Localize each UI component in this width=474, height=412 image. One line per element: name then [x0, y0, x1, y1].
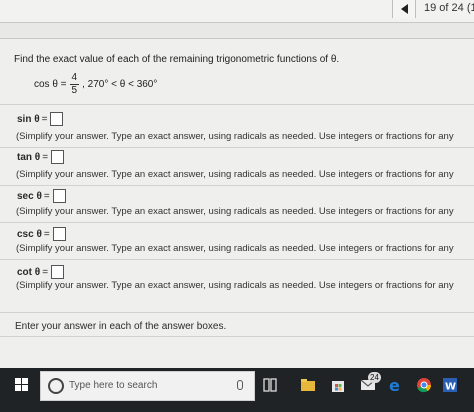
- equals-sign: =: [42, 266, 49, 278]
- question-divider: [0, 222, 474, 223]
- problem-instruction: Find the exact value of each of the rema…: [14, 54, 340, 65]
- windows-taskbar: Type here to search e W: [0, 368, 474, 412]
- cortana-circle-icon: [48, 378, 64, 394]
- function-name: cot: [17, 266, 32, 278]
- question-divider: [0, 185, 474, 186]
- equals-sign: =: [43, 228, 50, 240]
- left-arrow-icon: [401, 4, 408, 14]
- csc-hint: (Simplify your answer. Type an exact ans…: [16, 243, 454, 254]
- top-nav-bar: 19 of 24 (1: [0, 0, 474, 22]
- svg-text:W: W: [445, 382, 456, 393]
- cot-hint: (Simplify your answer. Type an exact ans…: [16, 280, 454, 291]
- footer-divider: [0, 312, 474, 313]
- equals-sign: =: [43, 190, 50, 202]
- equals-sign: =: [41, 113, 48, 125]
- theta-symbol: θ: [34, 266, 41, 278]
- tan-hint: (Simplify your answer. Type an exact ans…: [16, 169, 454, 180]
- sin-answer-box[interactable]: [50, 112, 64, 126]
- sec-label: sec θ =: [17, 188, 66, 204]
- sin-label: sin θ =: [17, 111, 64, 127]
- panel-top-border: [0, 38, 474, 39]
- tan-answer-box[interactable]: [51, 150, 65, 164]
- task-view-icon[interactable]: [262, 376, 278, 394]
- given-range: , 270° < θ < 360°: [82, 78, 158, 90]
- theta-symbol: θ: [34, 113, 40, 125]
- theta-symbol: θ: [36, 190, 42, 202]
- taskbar-search-box[interactable]: Type here to search: [40, 371, 255, 401]
- theta-symbol: θ: [36, 228, 42, 240]
- previous-question-button[interactable]: [392, 0, 416, 18]
- tan-label: tan θ =: [17, 149, 65, 165]
- fraction-denominator: 5: [71, 84, 78, 96]
- sec-hint: (Simplify your answer. Type an exact ans…: [16, 206, 454, 217]
- store-icon[interactable]: [330, 376, 346, 394]
- file-explorer-icon[interactable]: [300, 376, 316, 394]
- edge-icon[interactable]: e: [388, 376, 404, 394]
- given-lhs: cos θ =: [34, 78, 67, 90]
- svg-text:e: e: [389, 376, 400, 394]
- given-fraction: 4 5: [69, 71, 80, 97]
- microphone-icon[interactable]: [237, 380, 243, 390]
- cot-label: cot θ =: [17, 264, 65, 280]
- theta-symbol: θ: [34, 151, 41, 163]
- footer-instruction: Enter your answer in each of the answer …: [15, 321, 227, 332]
- chrome-icon[interactable]: [416, 376, 432, 394]
- fraction-numerator: 4: [69, 71, 80, 85]
- question-divider: [0, 259, 474, 260]
- function-name: tan: [17, 151, 32, 163]
- sec-answer-box[interactable]: [52, 189, 66, 203]
- equals-sign: =: [42, 151, 49, 163]
- function-name: csc: [17, 228, 34, 240]
- top-divider: [0, 22, 474, 23]
- footer-bottom-divider: [0, 336, 474, 337]
- mail-count-badge: 24: [368, 372, 381, 383]
- csc-answer-box[interactable]: [52, 227, 66, 241]
- windows-logo-icon[interactable]: [15, 378, 29, 392]
- sin-hint: (Simplify your answer. Type an exact ans…: [16, 131, 454, 142]
- question-divider: [0, 147, 474, 148]
- csc-label: csc θ =: [17, 226, 66, 242]
- cot-answer-box[interactable]: [51, 265, 65, 279]
- function-name: sec: [17, 190, 34, 202]
- word-icon[interactable]: W: [442, 376, 458, 394]
- section-divider: [0, 104, 474, 105]
- function-name: sin: [17, 113, 32, 125]
- search-placeholder: Type here to search: [69, 380, 158, 391]
- question-counter: 19 of 24 (1: [424, 2, 474, 14]
- given-condition: cos θ = 4 5 , 270° < θ < 360°: [34, 70, 157, 98]
